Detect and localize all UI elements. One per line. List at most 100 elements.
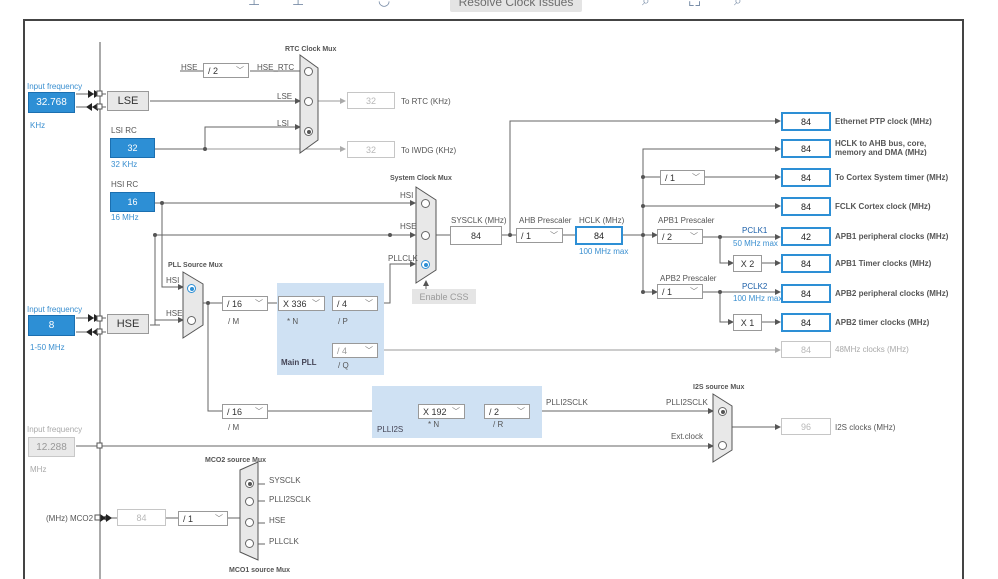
rtc-mux-lsi-radio[interactable] [304,127,313,136]
lsi-value: 32 [110,138,155,158]
apb1-peripheral-clock-value[interactable]: 42 [781,227,831,246]
pll-source-hse-radio[interactable] [187,316,196,325]
hclk-max: 100 MHz max [579,247,629,256]
apb1-peripheral-clock-label: APB1 peripheral clocks (MHz) [835,232,949,241]
usb48-clock-value: 84 [781,341,831,358]
cortex-timer-divider-select[interactable]: / 1 ﹀ [660,170,705,185]
pll-q-select[interactable]: / 4 ﹀ [332,343,378,358]
hclk-ahb-label: HCLK to AHB bus, core, memory and DMA (M… [835,139,927,156]
mco2-divider-select[interactable]: / 1 ﹀ [178,511,228,526]
hclk-input[interactable]: 84 [575,226,623,245]
pll-q-value: / 4 [337,345,348,356]
pll-source-hsi-radio[interactable] [187,284,196,293]
pll-p-label: / P [338,317,348,326]
rtc-mux-hse-radio[interactable] [304,67,313,76]
chevron-down-icon: ﹀ [365,346,373,355]
rtc-lsi-label: LSI [277,119,290,128]
pclk1-label: PCLK1 [742,226,768,235]
chevron-down-icon: ﹀ [215,514,223,523]
chevron-down-icon: ﹀ [365,299,373,308]
pll-q-label: / Q [338,361,349,370]
hsi-freq: 16 MHz [111,213,139,222]
iwdg-output-label: To IWDG (KHz) [401,146,457,155]
pll-source-mux-title: PLL Source Mux [168,262,223,269]
plli2s-m-value: / 16 [227,406,243,417]
mco2-hse-radio[interactable] [245,518,254,527]
chevron-down-icon: ﹀ [517,407,525,416]
lse-source[interactable]: LSE [107,91,149,111]
ahb-prescaler-label: AHB Prescaler [519,216,572,225]
rtc-hse-divider-value: / 2 [208,65,219,76]
pll-n-value: X 336 [283,298,307,309]
i2s-ext-input-field[interactable]: 12.288 [28,437,75,457]
cortex-timer-divider-value: / 1 [665,172,676,183]
apb1-timer-multiplier: X 2 [733,255,762,272]
apb2-peripheral-clock-value[interactable]: 84 [781,284,831,303]
hse-input-field[interactable]: 8 [28,315,75,336]
apb2-timer-clock-value[interactable]: 84 [781,313,831,332]
chevron-down-icon: ﹀ [236,66,244,75]
ethernet-ptp-clock-value[interactable]: 84 [781,112,831,131]
lsi-title: LSI RC [111,126,137,135]
plli2s-m-select[interactable]: / 16 ﹀ [222,404,268,419]
i2s-clock-label: I2S clocks (MHz) [835,423,896,432]
apb1-prescaler-select[interactable]: / 2 ﹀ [657,229,703,244]
hclk-label: HCLK (MHz) [579,216,625,225]
pclk2-label: PCLK2 [742,282,768,291]
hse-range: 1-50 MHz [30,343,65,352]
main-pll-label: Main PLL [281,358,317,367]
rtc-lse-label: LSE [277,92,293,101]
lse-input-field[interactable]: 32.768 [28,92,75,113]
mco2-sysclk-radio[interactable] [245,479,254,488]
plli2s-r-select[interactable]: / 2 ﹀ [484,404,530,419]
apb1-timer-clock-value[interactable]: 84 [781,254,831,273]
pll-m-select[interactable]: / 16 ﹀ [222,296,268,311]
hsi-value: 16 [110,192,155,212]
rtc-mux-lse-radio[interactable] [304,97,313,106]
sysclk-label: SYSCLK (MHz) [451,216,507,225]
apb2-prescaler-select[interactable]: / 1 ﹀ [657,284,703,299]
apb2-timer-multiplier: X 1 [733,314,762,331]
apb1-timer-clock-label: APB1 Timer clocks (MHz) [835,259,932,268]
i2s-ext-input-label: Input frequency [27,425,83,434]
pll-source-hse-label: HSE [166,309,183,318]
sysclk-mux-hsi-radio[interactable] [421,199,430,208]
sysclk-value: 84 [450,226,502,245]
plli2s-n-label: * N [428,420,440,429]
mco2-output-value: 84 [117,509,166,526]
mco2-option-plli2sclk: PLLI2SCLK [269,495,311,504]
mco2-output-label: (MHz) MCO2 [46,514,94,523]
i2s-mux-ext-clock-radio[interactable] [718,441,727,450]
hclk-ahb-value[interactable]: 84 [781,139,831,158]
rtc-hse-divider-select[interactable]: / 2 ﹀ [203,63,249,78]
i2s-mux-ext-clock-label: Ext.clock [671,432,704,441]
mco2-pllclk-radio[interactable] [245,539,254,548]
rtc-hse-label: HSE [181,63,198,72]
sysclk-mux-pllclk-radio[interactable] [421,260,430,269]
chevron-down-icon: ﹀ [690,232,698,241]
i2s-mux-plli2sclk-label: PLLI2SCLK [666,398,708,407]
pll-source-hsi-label: HSI [166,276,180,285]
fclk-cortex-value[interactable]: 84 [781,197,831,216]
mco2-option-hse: HSE [269,516,286,525]
i2s-mux-shape [712,393,733,463]
mco2-option-sysclk: SYSCLK [269,476,301,485]
cortex-system-timer-value[interactable]: 84 [781,168,831,187]
i2s-mux-title: I2S source Mux [693,384,745,391]
i2s-mux-plli2sclk-radio[interactable] [718,407,727,416]
pll-p-select[interactable]: / 4 ﹀ [332,296,378,311]
ahb-prescaler-select[interactable]: / 1 ﹀ [516,228,563,243]
chevron-down-icon: ﹀ [255,299,263,308]
pll-n-select[interactable]: X 336 ﹀ [278,296,325,311]
lsi-freq: 32 KHz [111,160,138,169]
chevron-down-icon: ﹀ [255,407,263,416]
plli2s-n-select[interactable]: X 192 ﹀ [418,404,465,419]
rtc-output-label: To RTC (KHz) [401,97,451,106]
apb1-prescaler-label: APB1 Prescaler [658,216,715,225]
sysclk-mux-hse-radio[interactable] [421,231,430,240]
hse-source[interactable]: HSE [107,314,149,334]
plli2s-r-label: / R [493,420,504,429]
mco2-plli2sclk-radio[interactable] [245,497,254,506]
rtc-hse-rtc-label: HSE_RTC [257,63,295,72]
enable-css-button[interactable]: Enable CSS [412,289,476,304]
